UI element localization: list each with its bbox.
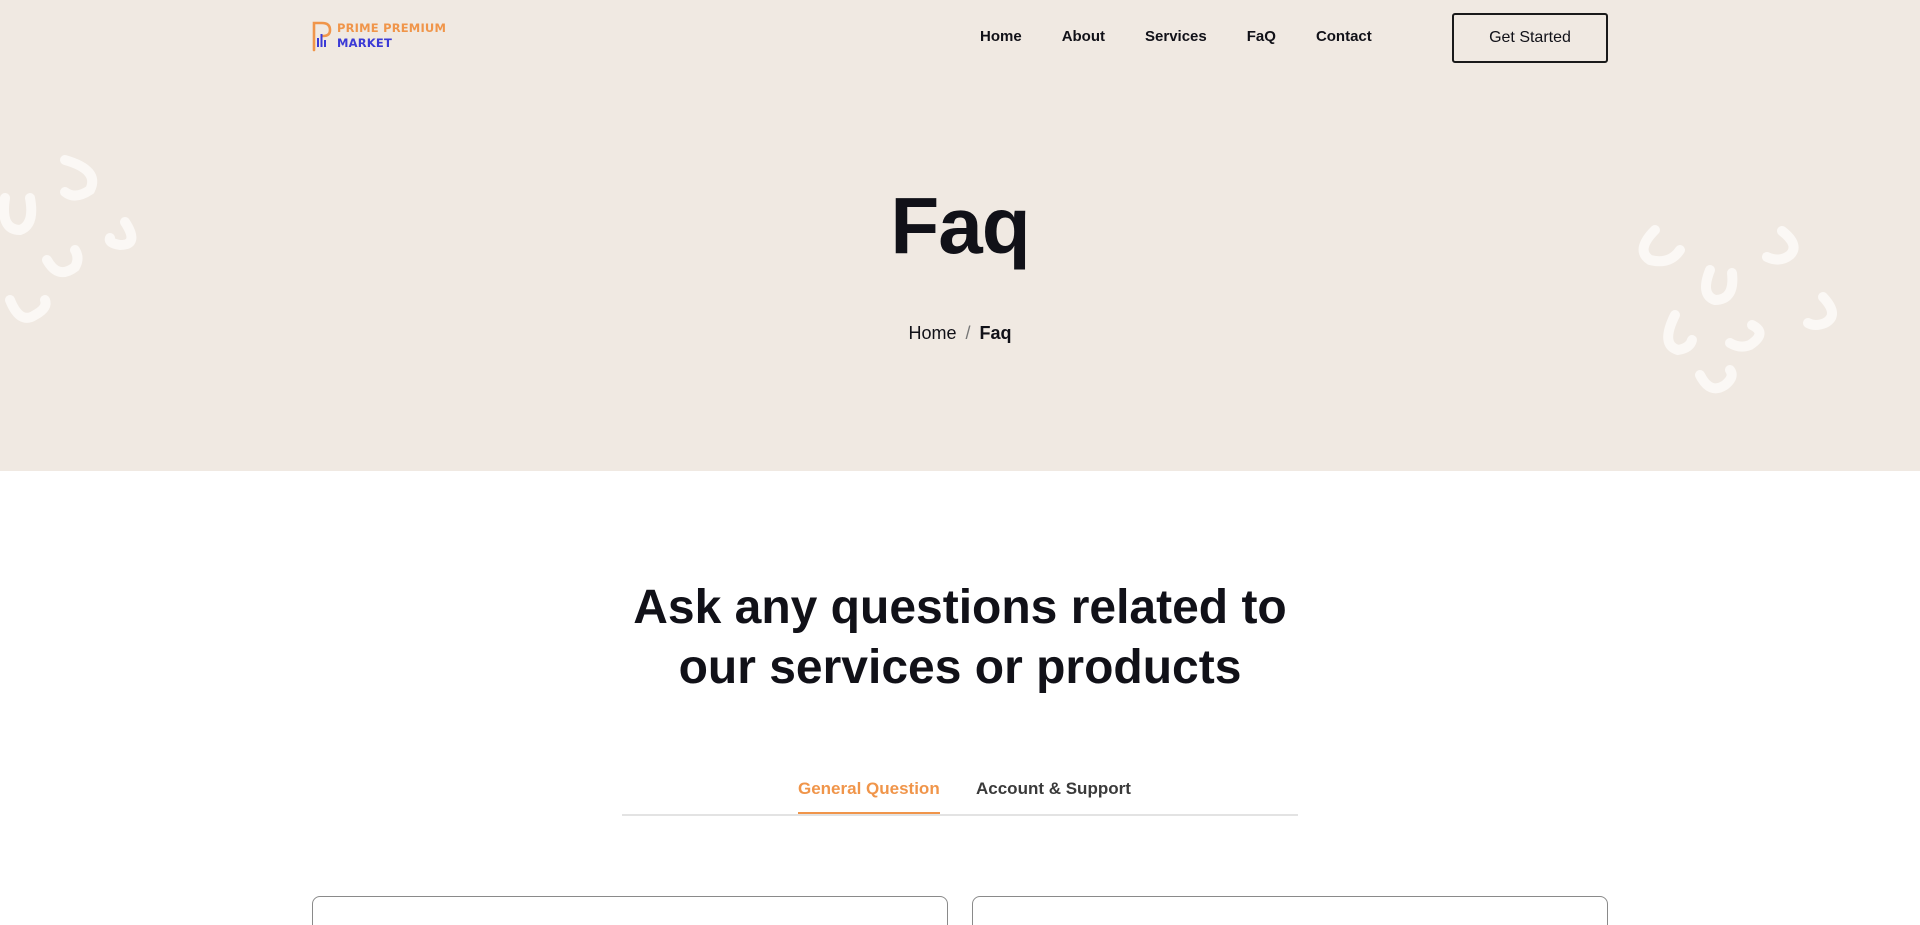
faq-section-title-line1: Ask any questions related to [633, 581, 1287, 634]
faq-tabs: General Question Account & Support [622, 776, 1298, 816]
page-title: Faq [890, 181, 1030, 270]
faq-item-card[interactable] [972, 896, 1608, 925]
logo-text-line1: PRIME PREMIUM [337, 21, 447, 35]
logo-icon [312, 21, 332, 52]
logo[interactable]: PRIME PREMIUM MARKET [311, 20, 446, 52]
logo-text-line2: MARKET [337, 36, 393, 50]
nav-services[interactable]: Services [1145, 28, 1207, 45]
tab-account-support[interactable]: Account & Support [976, 779, 1131, 812]
faq-section-title: Ask any questions related to our service… [560, 578, 1360, 698]
get-started-button[interactable]: Get Started [1452, 13, 1608, 63]
nav-contact[interactable]: Contact [1316, 28, 1372, 45]
faq-item-card[interactable] [312, 896, 948, 925]
faq-section-title-line2: our services or products [678, 641, 1242, 694]
breadcrumb-current: Faq [979, 323, 1012, 343]
breadcrumb-home-link[interactable]: Home [908, 323, 956, 344]
hero-banner: PRIME PREMIUM MARKET Home About Services… [0, 0, 1920, 471]
nav-home[interactable]: Home [980, 28, 1022, 45]
nav-about[interactable]: About [1062, 28, 1105, 45]
main-nav: Home About Services FaQ Contact [980, 28, 1372, 45]
breadcrumb-separator: / [965, 323, 971, 343]
site-header: PRIME PREMIUM MARKET Home About Services… [0, 0, 1920, 76]
breadcrumb: Home / Faq [0, 323, 1920, 344]
tab-general-question[interactable]: General Question [798, 779, 940, 814]
nav-faq[interactable]: FaQ [1247, 28, 1276, 45]
